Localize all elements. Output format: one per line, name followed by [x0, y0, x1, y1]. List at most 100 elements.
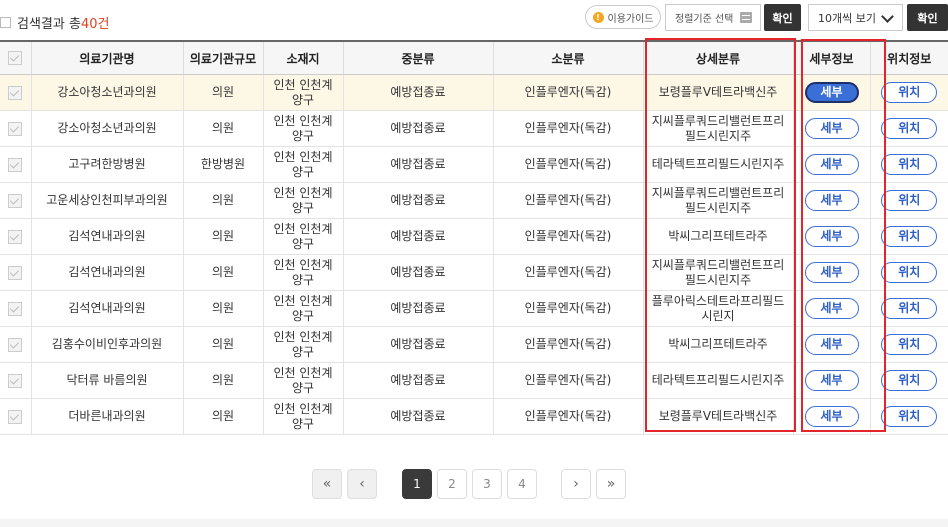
location-line-2: 양구: [291, 308, 315, 323]
cell-mid-category: 예방접종료: [342, 398, 493, 435]
detail-button[interactable]: 세부: [804, 406, 859, 427]
cell-sub-category: 인플루엔자(독감): [492, 290, 643, 327]
location-button[interactable]: 위치: [881, 334, 938, 355]
location-button[interactable]: 위치: [881, 226, 938, 247]
chevron-down-icon: [881, 10, 894, 23]
location-button[interactable]: 위치: [881, 298, 938, 319]
row-select-cell[interactable]: [0, 182, 31, 219]
location-line-1: 인천 인천계: [273, 293, 333, 308]
row-select-cell[interactable]: [0, 254, 31, 291]
cell-mid-category: 예방접종료: [342, 254, 493, 291]
pagination: « ‹ 1 2 3 4 › »: [0, 469, 948, 501]
last-page-button[interactable]: »: [596, 469, 626, 499]
detail-button[interactable]: 세부: [804, 262, 859, 283]
row-select-cell[interactable]: [0, 362, 31, 399]
location-line-2: 양구: [291, 272, 315, 287]
cell-detail-category: 보령플루Ⅴ테트라백신주: [642, 398, 793, 435]
location-button[interactable]: 위치: [881, 118, 938, 139]
row-checkbox[interactable]: [8, 409, 23, 424]
cell-detail-category: 플루아릭스테트라프리필드 시린지: [642, 290, 793, 327]
location-line-2: 양구: [291, 128, 315, 143]
cell-detail-category: 지씨플루쿼드리밸런트프리 필드시린지주: [642, 182, 793, 219]
location-button[interactable]: 위치: [881, 154, 938, 175]
sort-confirm-button[interactable]: 확인: [764, 4, 801, 31]
cell-location-info: 위치: [869, 110, 948, 147]
per-page-select[interactable]: 10개씩 보기: [808, 4, 903, 31]
detail-button[interactable]: 세부: [804, 370, 859, 391]
detail-button[interactable]: 세부: [804, 154, 859, 175]
detail-button[interactable]: 세부: [804, 298, 859, 319]
row-checkbox[interactable]: [8, 157, 23, 172]
row-checkbox[interactable]: [8, 193, 23, 208]
row-select-cell[interactable]: [0, 74, 31, 111]
detail-button[interactable]: 세부: [804, 226, 859, 247]
row-checkbox[interactable]: [8, 229, 23, 244]
row-checkbox[interactable]: [8, 373, 23, 388]
row-select-cell[interactable]: [0, 218, 31, 255]
cell-location: 인천 인천계 양구: [262, 146, 343, 183]
cell-name: 김홍수이비인후과의원: [30, 326, 183, 363]
page-4-button[interactable]: 4: [507, 469, 537, 499]
prev-page-button[interactable]: ‹: [347, 469, 377, 499]
location-button[interactable]: 위치: [881, 82, 938, 103]
cell-mid-category: 예방접종료: [342, 146, 493, 183]
page-1-button[interactable]: 1: [402, 469, 432, 499]
location-button[interactable]: 위치: [881, 406, 938, 427]
row-checkbox[interactable]: [8, 85, 23, 100]
toolbar: 검색결과 총 40건 ! 이용가이드 정렬기준 선택 확인 10개씩 보기 확인: [0, 0, 948, 38]
cell-size: 의원: [182, 218, 263, 255]
location-button[interactable]: 위치: [881, 190, 938, 211]
row-select-cell[interactable]: [0, 110, 31, 147]
location-line-1: 인천 인천계: [273, 149, 333, 164]
detail-line-1: 테라텍트프리필드시린지주: [651, 373, 785, 387]
location-line-2: 양구: [291, 380, 315, 395]
cell-name: 김석연내과의원: [30, 254, 183, 291]
detail-line-1: 보령플루Ⅴ테트라백신주: [658, 409, 778, 423]
detail-button[interactable]: 세부: [804, 118, 859, 139]
guide-button[interactable]: ! 이용가이드: [585, 5, 661, 29]
cell-location-info: 위치: [869, 398, 948, 435]
location-line-1: 인천 인천계: [273, 257, 333, 272]
cell-mid-category: 예방접종료: [342, 110, 493, 147]
detail-line-1: 지씨플루쿼드리밸런트프리: [651, 185, 785, 200]
detail-button[interactable]: 세부: [804, 334, 859, 355]
result-prefix: 검색결과 총: [17, 17, 81, 32]
detail-button[interactable]: 세부: [804, 82, 859, 103]
first-page-button[interactable]: «: [312, 469, 342, 499]
cell-detail-category: 지씨플루쿼드리밸런트프리 필드시린지주: [642, 110, 793, 147]
cell-sub-category: 인플루엔자(독감): [492, 74, 643, 111]
row-checkbox[interactable]: [8, 301, 23, 316]
detail-button[interactable]: 세부: [804, 190, 859, 211]
cell-name: 김석연내과의원: [30, 290, 183, 327]
detail-line-2: 필드시린지주: [684, 200, 752, 215]
row-checkbox[interactable]: [8, 337, 23, 352]
detail-line-1: 박씨그리프테트라주: [668, 337, 768, 351]
row-select-cell[interactable]: [0, 290, 31, 327]
select-all-checkbox[interactable]: [8, 51, 23, 66]
col-header-detail-category: 상세분류: [642, 40, 793, 75]
page-2-button[interactable]: 2: [437, 469, 467, 499]
sort-select[interactable]: 정렬기준 선택: [665, 4, 761, 31]
location-button[interactable]: 위치: [881, 370, 938, 391]
select-all-cell[interactable]: [0, 40, 31, 75]
detail-line-1: 테라텍트프리필드시린지주: [651, 157, 785, 171]
row-checkbox[interactable]: [8, 265, 23, 280]
cell-detail-category: 보령플루Ⅴ테트라백신주: [642, 74, 793, 111]
per-page-confirm-button[interactable]: 확인: [907, 4, 948, 31]
location-button[interactable]: 위치: [881, 262, 938, 283]
next-page-button[interactable]: ›: [561, 469, 591, 499]
cell-location-info: 위치: [869, 254, 948, 291]
row-select-cell[interactable]: [0, 398, 31, 435]
page-3-button[interactable]: 3: [472, 469, 502, 499]
table-header-row: 의료기관명 의료기관규모 소재지 중분류 소분류 상세분류 세부정보 위치정보: [0, 40, 948, 75]
cell-location-info: 위치: [869, 290, 948, 327]
table-row: 고구려한방병원 한방병원 인천 인천계 양구 예방접종료 인플루엔자(독감) 테라텍트프리필…: [0, 146, 948, 183]
location-line-2: 양구: [291, 416, 315, 431]
row-checkbox[interactable]: [8, 121, 23, 136]
row-select-cell[interactable]: [0, 326, 31, 363]
row-select-cell[interactable]: [0, 146, 31, 183]
table-row: 김홍수이비인후과의원 의원 인천 인천계 양구 예방접종료 인플루엔자(독감) 박씨그리프테…: [0, 326, 948, 363]
cell-detail-category: 박씨그리프테트라주: [642, 326, 793, 363]
location-line-1: 인천 인천계: [273, 329, 333, 344]
cell-location: 인천 인천계 양구: [262, 398, 343, 435]
